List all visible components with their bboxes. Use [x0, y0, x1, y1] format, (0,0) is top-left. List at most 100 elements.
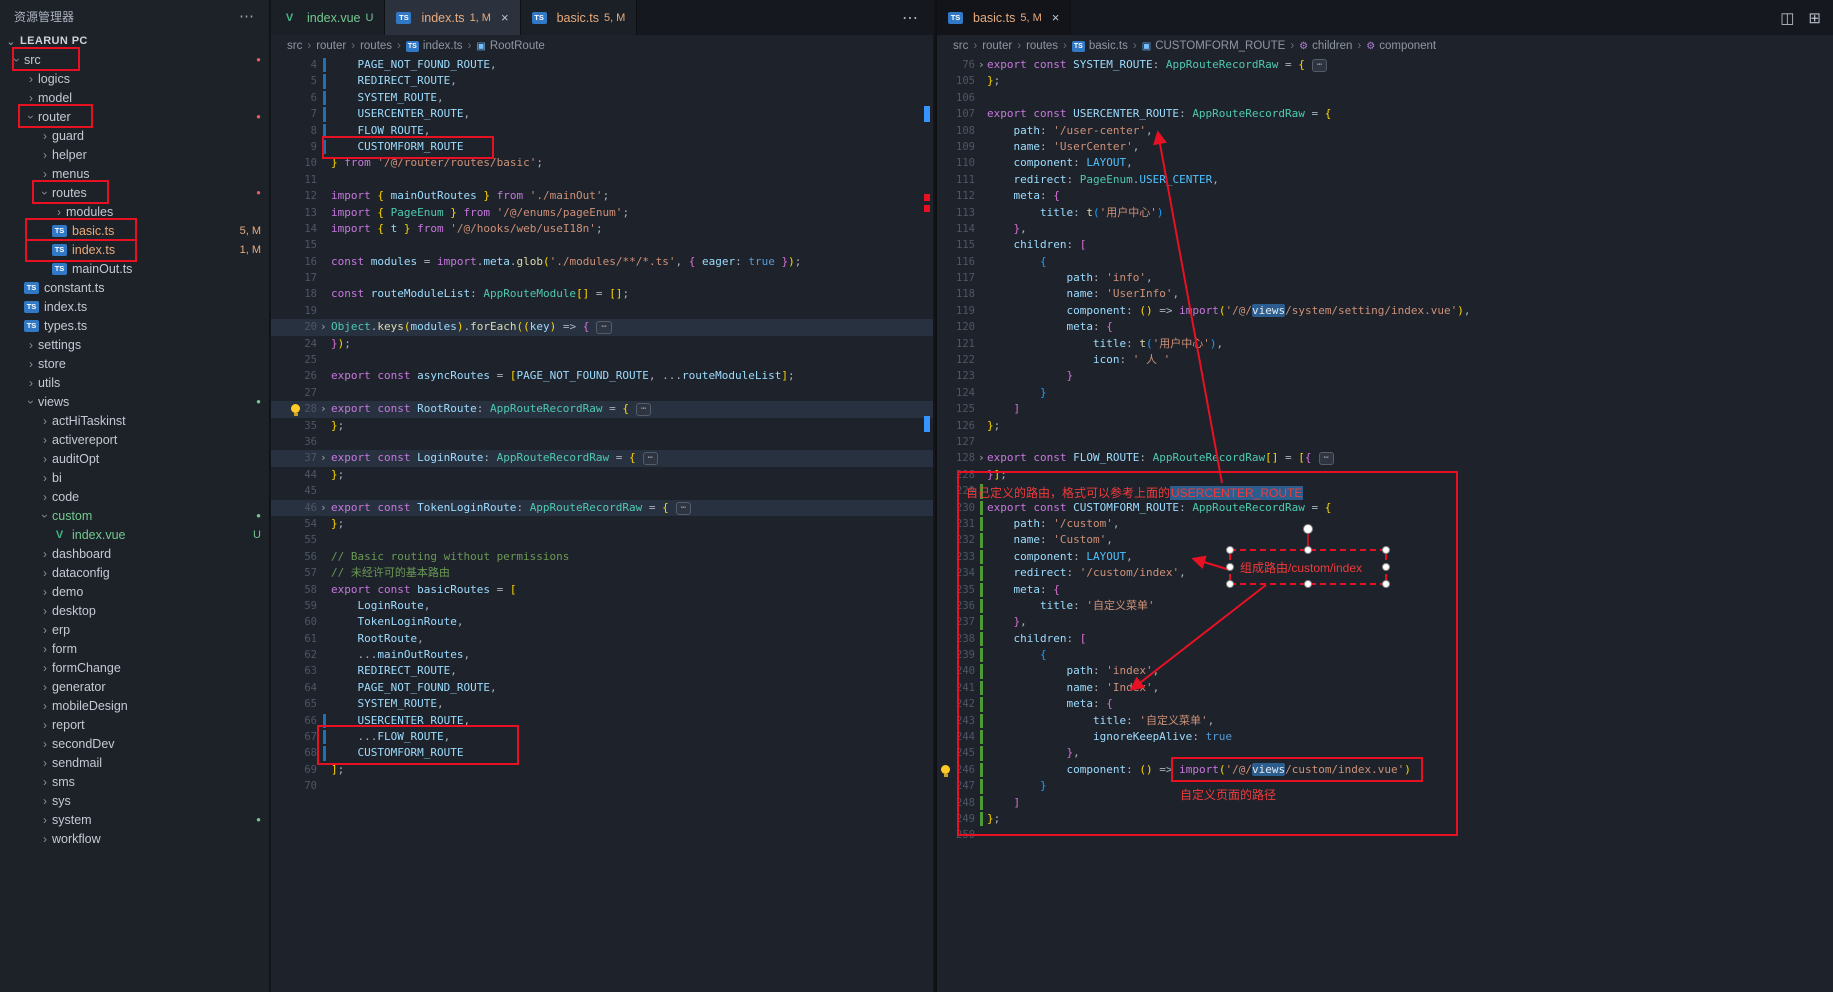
tree-item-bi[interactable]: ›bi	[0, 468, 269, 487]
editor-layout-icon[interactable]: ⊞	[1808, 9, 1821, 27]
code-line-238[interactable]: 238 children: [	[937, 631, 1833, 647]
code-line-125[interactable]: 125 ]	[937, 401, 1833, 417]
tree-item-src[interactable]: ›src●	[0, 50, 269, 69]
code-line-237[interactable]: 237 },	[937, 614, 1833, 630]
tree-item-constant.ts[interactable]: TSconstant.ts	[0, 278, 269, 297]
code-line-111[interactable]: 111 redirect: PageEnum.USER_CENTER,	[937, 172, 1833, 188]
code-line-7[interactable]: 7 USERCENTER_ROUTE,	[271, 106, 933, 122]
code-line-122[interactable]: 122 icon: ' 人 '	[937, 352, 1833, 368]
folded-region-placeholder[interactable]: ⋯	[1319, 452, 1334, 465]
code-line-110[interactable]: 110 component: LAYOUT,	[937, 155, 1833, 171]
tree-item-index.ts[interactable]: TSindex.ts1, M	[0, 240, 269, 259]
tree-item-basic.ts[interactable]: TSbasic.ts5, M	[0, 221, 269, 240]
code-line-243[interactable]: 243 title: '自定义菜单',	[937, 713, 1833, 729]
code-line-247[interactable]: 247 }	[937, 778, 1833, 794]
code-line-115[interactable]: 115 children: [	[937, 237, 1833, 253]
code-line-14[interactable]: 14import { t } from '/@/hooks/web/useI18…	[271, 221, 933, 237]
tree-item-guard[interactable]: ›guard	[0, 126, 269, 145]
code-line-13[interactable]: 13import { PageEnum } from '/@/enums/pag…	[271, 205, 933, 221]
code-line-28[interactable]: 28›export const RootRoute: AppRouteRecor…	[271, 401, 933, 417]
code-line-27[interactable]: 27	[271, 385, 933, 401]
code-line-17[interactable]: 17	[271, 270, 933, 286]
code-line-20[interactable]: 20›Object.keys(modules).forEach((key) =>…	[271, 319, 933, 335]
code-line-62[interactable]: 62 ...mainOutRoutes,	[271, 647, 933, 663]
code-line-230[interactable]: 230export const CUSTOMFORM_ROUTE: AppRou…	[937, 500, 1833, 516]
tree-item-auditOpt[interactable]: ›auditOpt	[0, 449, 269, 468]
tree-item-demo[interactable]: ›demo	[0, 582, 269, 601]
code-line-35[interactable]: 35};	[271, 418, 933, 434]
breadcrumb-item-router[interactable]: router	[982, 40, 1012, 52]
tree-item-dashboard[interactable]: ›dashboard	[0, 544, 269, 563]
code-line-46[interactable]: 46›export const TokenLoginRoute: AppRout…	[271, 500, 933, 516]
code-line-250[interactable]: 250	[937, 827, 1833, 843]
code-line-236[interactable]: 236 title: '自定义菜单'	[937, 598, 1833, 614]
split-editor-icon[interactable]: ◫	[1780, 9, 1794, 27]
code-line-16[interactable]: 16const modules = import.meta.glob('./mo…	[271, 254, 933, 270]
code-line-63[interactable]: 63 REDIRECT_ROUTE,	[271, 663, 933, 679]
tree-item-workflow[interactable]: ›workflow	[0, 829, 269, 848]
code-line-66[interactable]: 66 USERCENTER_ROUTE,	[271, 713, 933, 729]
code-line-37[interactable]: 37›export const LoginRoute: AppRouteReco…	[271, 450, 933, 466]
breadcrumb-item-CUSTOMFORM_ROUTE[interactable]: ▣CUSTOMFORM_ROUTE	[1142, 40, 1286, 52]
tree-item-menus[interactable]: ›menus	[0, 164, 269, 183]
tree-item-erp[interactable]: ›erp	[0, 620, 269, 639]
code-line-235[interactable]: 235 meta: {	[937, 582, 1833, 598]
tree-item-generator[interactable]: ›generator	[0, 677, 269, 696]
code-line-57[interactable]: 57// 未经许可的基本路由	[271, 565, 933, 581]
code-line-10[interactable]: 10} from '/@/router/routes/basic';	[271, 155, 933, 171]
code-line-117[interactable]: 117 path: 'info',	[937, 270, 1833, 286]
code-line-15[interactable]: 15	[271, 237, 933, 253]
tree-item-router[interactable]: ›router●	[0, 107, 269, 126]
close-icon[interactable]: ×	[1052, 10, 1060, 25]
code-line-127[interactable]: 127	[937, 434, 1833, 450]
code-line-244[interactable]: 244 ignoreKeepAlive: true	[937, 729, 1833, 745]
breadcrumb-item-src[interactable]: src	[287, 40, 302, 52]
code-line-4[interactable]: 4 PAGE_NOT_FOUND_ROUTE,	[271, 57, 933, 73]
code-line-239[interactable]: 239 {	[937, 647, 1833, 663]
tree-item-code[interactable]: ›code	[0, 487, 269, 506]
tab-basic.ts[interactable]: TSbasic.ts5, M×	[937, 0, 1071, 35]
tree-item-sys[interactable]: ›sys	[0, 791, 269, 810]
code-line-228[interactable]: 228}];	[937, 467, 1833, 483]
code-line-26[interactable]: 26export const asyncRoutes = [PAGE_NOT_F…	[271, 368, 933, 384]
code-line-231[interactable]: 231 path: '/custom',	[937, 516, 1833, 532]
more-actions-icon[interactable]: ⋯	[888, 8, 933, 28]
breadcrumb-item-src[interactable]: src	[953, 40, 968, 52]
code-line-229[interactable]: 229	[937, 483, 1833, 499]
tree-item-store[interactable]: ›store	[0, 354, 269, 373]
tree-item-modules[interactable]: ›modules	[0, 202, 269, 221]
code-line-108[interactable]: 108 path: '/user-center',	[937, 123, 1833, 139]
code-line-65[interactable]: 65 SYSTEM_ROUTE,	[271, 696, 933, 712]
tree-item-mobileDesign[interactable]: ›mobileDesign	[0, 696, 269, 715]
tab-index.vue[interactable]: Vindex.vueU	[271, 0, 385, 35]
code-line-242[interactable]: 242 meta: {	[937, 696, 1833, 712]
code-line-106[interactable]: 106	[937, 90, 1833, 106]
tree-item-desktop[interactable]: ›desktop	[0, 601, 269, 620]
code-line-59[interactable]: 59 LoginRoute,	[271, 598, 933, 614]
breadcrumb-item-children[interactable]: ⚙children	[1299, 40, 1352, 52]
code-line-45[interactable]: 45	[271, 483, 933, 499]
breadcrumb-item-index.ts[interactable]: TSindex.ts	[406, 40, 463, 52]
tree-item-actHiTaskinst[interactable]: ›actHiTaskinst	[0, 411, 269, 430]
code-line-234[interactable]: 234 redirect: '/custom/index',	[937, 565, 1833, 581]
tree-item-index.vue[interactable]: Vindex.vueU	[0, 525, 269, 544]
tree-item-report[interactable]: ›report	[0, 715, 269, 734]
tree-item-helper[interactable]: ›helper	[0, 145, 269, 164]
tree-item-settings[interactable]: ›settings	[0, 335, 269, 354]
tree-item-utils[interactable]: ›utils	[0, 373, 269, 392]
close-icon[interactable]: ×	[501, 10, 509, 25]
tree-item-types.ts[interactable]: TStypes.ts	[0, 316, 269, 335]
code-line-68[interactable]: 68 CUSTOMFORM_ROUTE	[271, 745, 933, 761]
tab-basic.ts[interactable]: TSbasic.ts5, M	[521, 0, 638, 35]
code-line-54[interactable]: 54};	[271, 516, 933, 532]
code-line-36[interactable]: 36	[271, 434, 933, 450]
code-line-44[interactable]: 44};	[271, 467, 933, 483]
code-line-9[interactable]: 9 CUSTOMFORM_ROUTE	[271, 139, 933, 155]
breadcrumb-item-component[interactable]: ⚙component	[1366, 40, 1436, 52]
code-line-124[interactable]: 124 }	[937, 385, 1833, 401]
code-line-58[interactable]: 58export const basicRoutes = [	[271, 582, 933, 598]
breadcrumb-item-router[interactable]: router	[316, 40, 346, 52]
tree-item-formChange[interactable]: ›formChange	[0, 658, 269, 677]
code-line-70[interactable]: 70	[271, 778, 933, 794]
fold-chevron-icon[interactable]: ›	[320, 401, 327, 417]
